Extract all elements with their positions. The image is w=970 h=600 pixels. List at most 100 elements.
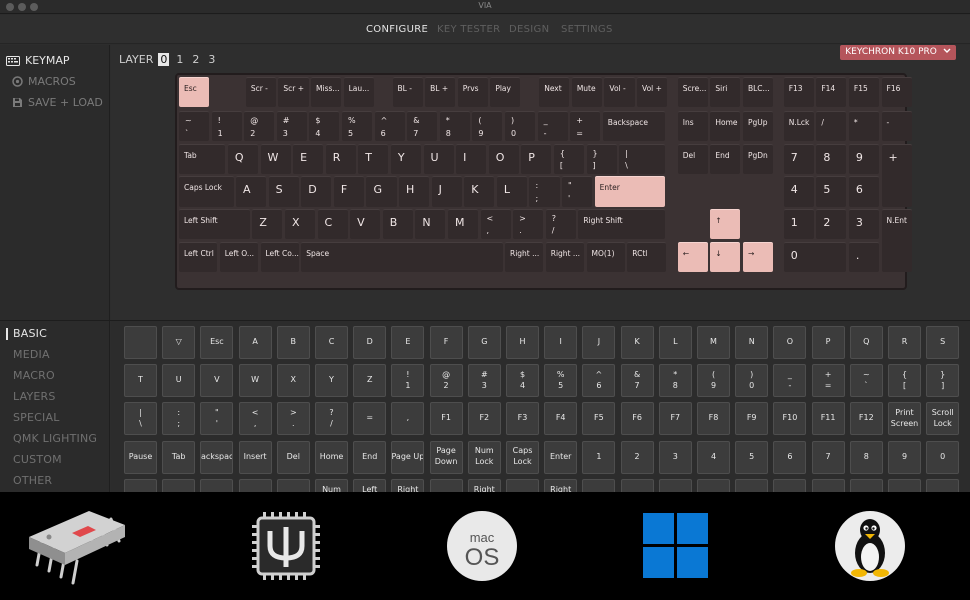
keymap-key[interactable]: BLC...: [742, 77, 774, 108]
keymap-key[interactable]: Siri: [710, 77, 741, 108]
layer-2-button[interactable]: 2: [190, 53, 201, 66]
category-basic[interactable]: BASIC: [6, 327, 47, 340]
keymap-key[interactable]: N: [415, 209, 446, 240]
keycode-button[interactable]: P: [811, 326, 845, 359]
keymap-key[interactable]: →: [742, 241, 774, 272]
keycode-button[interactable]: [238, 478, 272, 492]
keycode-button[interactable]: Tab: [162, 440, 196, 474]
keycode-button[interactable]: > .: [276, 402, 310, 436]
keycode-button[interactable]: F4: [544, 402, 578, 436]
keycode-button[interactable]: Y: [315, 364, 348, 398]
keycode-button[interactable]: [926, 478, 960, 492]
keycode-button[interactable]: Z: [353, 364, 387, 398]
keycode-button[interactable]: G: [467, 326, 501, 359]
keycode-button[interactable]: | \: [124, 402, 157, 436]
keycode-button[interactable]: [582, 478, 616, 492]
keymap-key[interactable]: W: [260, 143, 291, 174]
keymap-key[interactable]: Scre...: [677, 77, 708, 108]
keycode-button[interactable]: V: [200, 364, 234, 398]
keymap-key[interactable]: Tab: [179, 143, 226, 174]
keymap-key[interactable]: BL -: [392, 77, 423, 108]
keymap-key[interactable]: $ 4: [309, 111, 340, 142]
keymap-key[interactable]: 5: [816, 176, 847, 207]
keymap-key[interactable]: + =: [570, 111, 601, 142]
keymap-key[interactable]: 6: [848, 176, 880, 207]
keymap-key[interactable]: B: [382, 209, 413, 240]
keycode-button[interactable]: F8: [697, 402, 730, 436]
layer-1-button[interactable]: 1: [174, 53, 185, 66]
keycode-button[interactable]: [888, 478, 921, 492]
keycode-button[interactable]: ) 0: [735, 364, 769, 398]
keymap-key[interactable]: +: [881, 143, 912, 207]
keymap-key[interactable]: Y: [390, 143, 421, 174]
keycode-button[interactable]: : ;: [162, 402, 196, 436]
keycode-button[interactable]: # 3: [467, 364, 501, 398]
keycode-button[interactable]: Caps Lock: [506, 440, 539, 474]
sidebar-item-keymap[interactable]: KEYMAP: [6, 54, 70, 67]
keymap-key[interactable]: @ 2: [244, 111, 275, 142]
keycode-button[interactable]: T: [124, 364, 157, 398]
keymap-key[interactable]: | \: [619, 143, 666, 174]
keymap-key[interactable]: < ,: [480, 209, 511, 240]
keycode-button[interactable]: 5: [735, 440, 769, 474]
keymap-key[interactable]: ~ `: [179, 111, 210, 142]
keycode-button[interactable]: E: [391, 326, 425, 359]
keycode-button[interactable]: [162, 478, 196, 492]
keymap-key[interactable]: Play: [490, 77, 521, 108]
keymap-key[interactable]: N.Lck: [783, 111, 814, 142]
keycode-button[interactable]: [658, 478, 692, 492]
keycode-button[interactable]: @ 2: [429, 364, 463, 398]
keycode-button[interactable]: Print Screen: [888, 402, 921, 436]
keycode-button[interactable]: [773, 478, 807, 492]
keycode-button[interactable]: < ,: [238, 402, 272, 436]
keycode-button[interactable]: F9: [735, 402, 769, 436]
keymap-key[interactable]: 4: [783, 176, 814, 207]
keycode-button[interactable]: F5: [582, 402, 616, 436]
keymap-key[interactable]: 1: [783, 209, 814, 240]
keycode-button[interactable]: + =: [811, 364, 845, 398]
keymap-key[interactable]: F13: [783, 77, 814, 108]
keycode-button[interactable]: " ': [200, 402, 234, 436]
keycode-button[interactable]: [200, 478, 234, 492]
keymap-key[interactable]: ( 9: [472, 111, 503, 142]
keycode-button[interactable]: [811, 478, 845, 492]
keymap-key[interactable]: Scr -: [245, 77, 276, 108]
keymap-key[interactable]: 0: [783, 241, 847, 272]
keycode-button[interactable]: F10: [773, 402, 807, 436]
keymap-key[interactable]: Esc: [179, 77, 210, 108]
keymap-key[interactable]: : ;: [529, 176, 560, 207]
keymap-key[interactable]: A: [236, 176, 267, 207]
keymap-key[interactable]: MO(1): [586, 241, 625, 272]
keymap-key[interactable]: /: [816, 111, 847, 142]
keymap-key[interactable]: End: [710, 143, 741, 174]
keymap-key[interactable]: Left Co...: [260, 241, 299, 272]
keycode-button[interactable]: [620, 478, 654, 492]
keycode-button[interactable]: Insert: [238, 440, 272, 474]
keycode-button[interactable]: Page Down: [429, 440, 463, 474]
tab-design[interactable]: DESIGN: [509, 24, 549, 35]
keycode-button[interactable]: % 5: [544, 364, 578, 398]
keycode-button[interactable]: Num Lock: [467, 440, 501, 474]
keymap-key[interactable]: Caps Lock: [179, 176, 234, 207]
keymap-key[interactable]: RCtl: [627, 241, 666, 272]
keymap-key[interactable]: U: [423, 143, 454, 174]
keymap-key[interactable]: R: [325, 143, 356, 174]
keymap-key[interactable]: Vol -: [604, 77, 635, 108]
category-layers[interactable]: LAYERS: [13, 390, 56, 403]
keycode-button[interactable]: [429, 478, 463, 492]
keycode-button[interactable]: [124, 478, 157, 492]
keycode-button[interactable]: =: [353, 402, 387, 436]
keymap-key[interactable]: Z: [252, 209, 283, 240]
category-special[interactable]: SPECIAL: [13, 411, 60, 424]
keycode-button[interactable]: 8: [849, 440, 883, 474]
keymap-key[interactable]: BL +: [425, 77, 456, 108]
keymap-key[interactable]: M: [447, 209, 479, 240]
keymap-key[interactable]: ^ 6: [374, 111, 405, 142]
keycode-button[interactable]: H: [506, 326, 539, 359]
keycode-button[interactable]: F: [429, 326, 463, 359]
keycode-button[interactable]: F11: [811, 402, 845, 436]
category-media[interactable]: MEDIA: [13, 348, 50, 361]
keymap-key[interactable]: Right Shift: [578, 209, 666, 240]
keymap-key[interactable]: Mute: [571, 77, 602, 108]
keymap-key[interactable]: & 7: [407, 111, 438, 142]
